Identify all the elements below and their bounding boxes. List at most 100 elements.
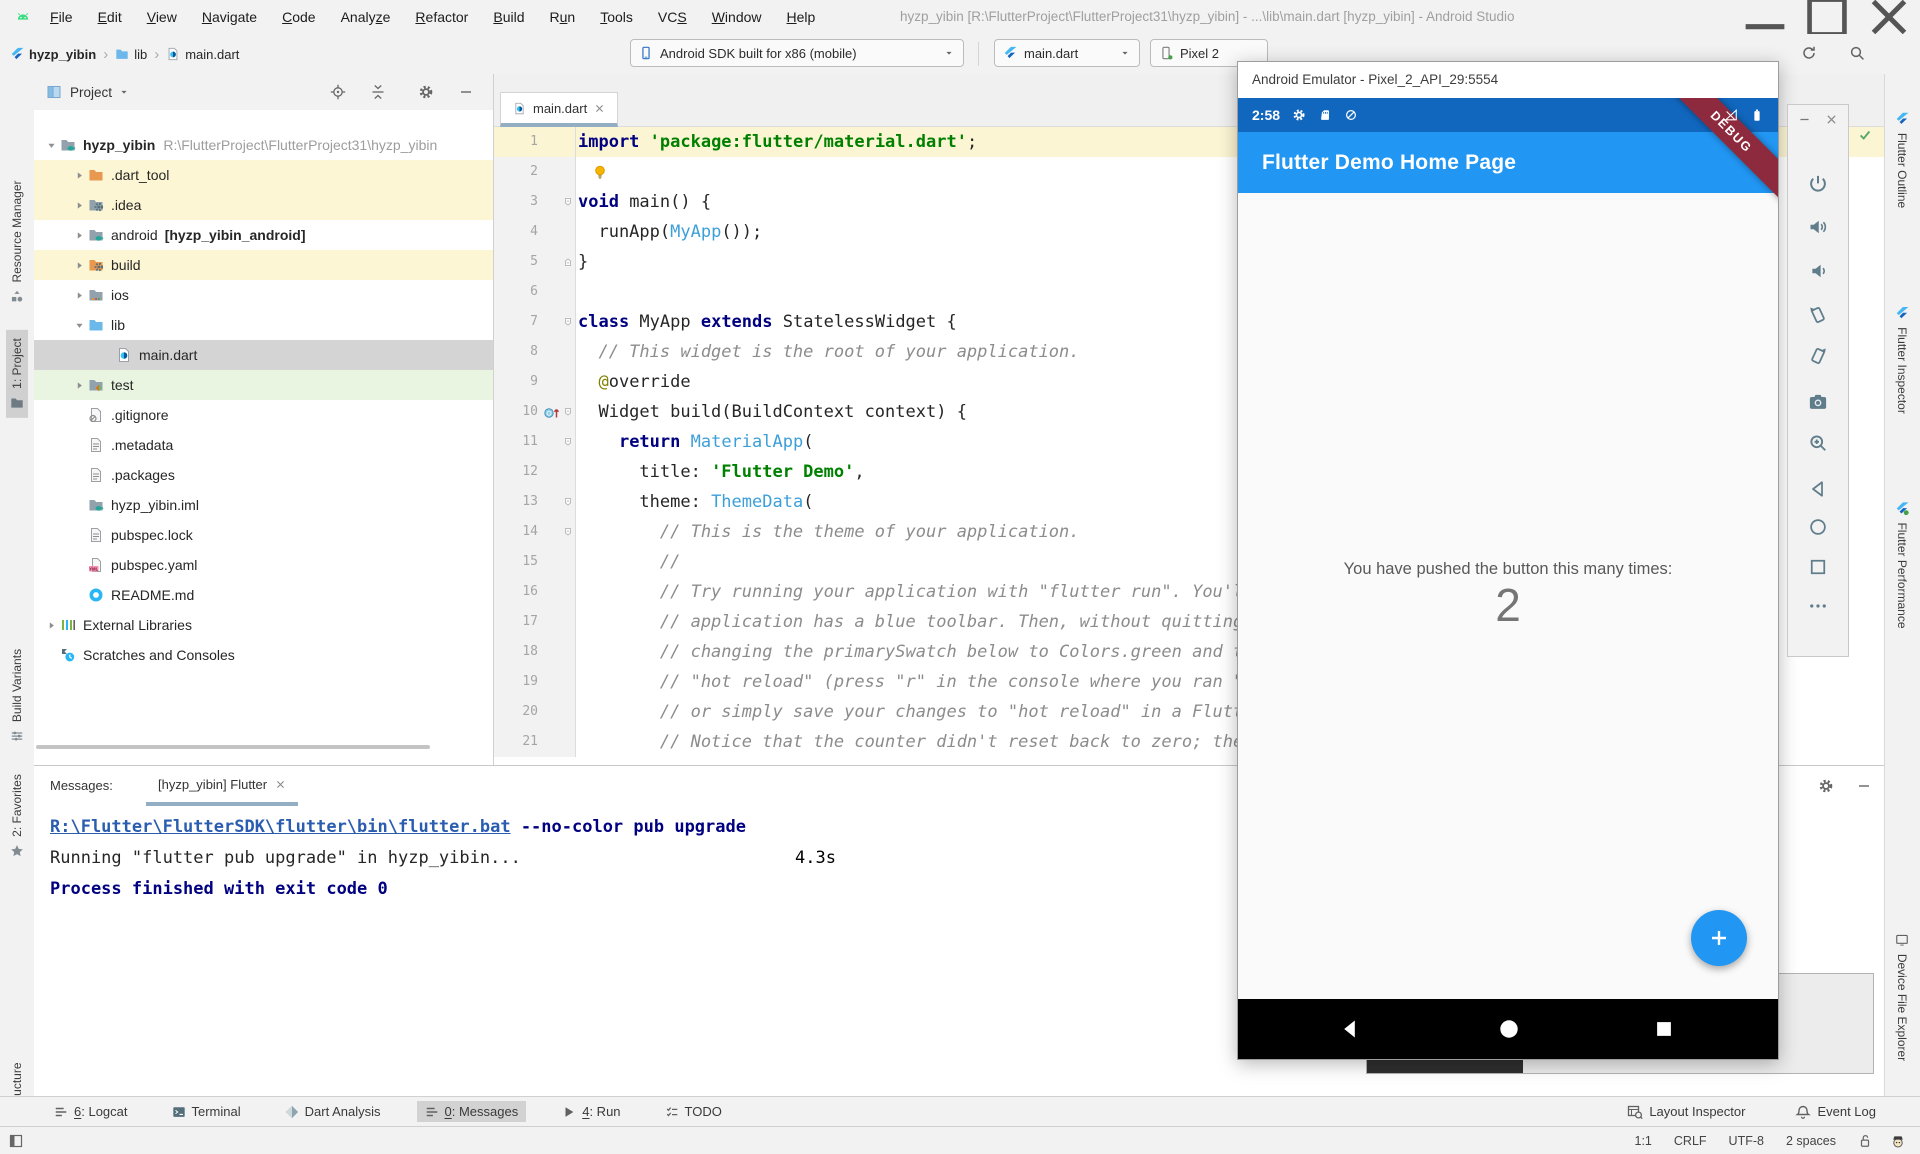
tab-flutter-messages[interactable]: [hyzp_yibin] Flutter <box>146 766 298 806</box>
emulator-screen[interactable]: 2:58 Flutter Demo Home Page DEBUG You ha… <box>1238 98 1778 1059</box>
gear-icon[interactable] <box>1818 778 1834 794</box>
emulator-title[interactable]: Android Emulator - Pixel_2_API_29:5554 <box>1238 62 1778 97</box>
status-crlf[interactable]: CRLF <box>1674 1134 1707 1148</box>
status-1-1[interactable]: 1:1 <box>1635 1134 1652 1148</box>
menu-edit[interactable]: Edit <box>98 9 122 25</box>
emulator-overview-button[interactable] <box>1808 557 1828 582</box>
right-strip-flutter-outline[interactable]: Flutter Outline <box>1891 104 1913 216</box>
run-configuration-selector[interactable]: main.dart <box>994 39 1140 67</box>
menu-view[interactable]: View <box>147 9 177 25</box>
annotator-icon[interactable] <box>1890 1133 1906 1149</box>
tree-item-pubspec-lock[interactable]: pubspec.lock <box>34 520 493 550</box>
tree-item-test[interactable]: test <box>34 370 493 400</box>
console-link[interactable]: R:\Flutter\FlutterSDK\flutter\bin\flutte… <box>50 817 511 837</box>
menu-file[interactable]: File <box>50 9 73 25</box>
toolwindow-tab-todo[interactable]: TODO <box>657 1101 730 1122</box>
tree-item-idea[interactable]: .idea <box>34 190 493 220</box>
close-tab-icon[interactable] <box>594 103 605 114</box>
left-strip-2-favorites[interactable]: 2: Favorites <box>6 766 28 866</box>
left-strip-build-variants[interactable]: Build Variants <box>6 641 28 751</box>
tree-item-main-dart[interactable]: main.dart <box>34 340 493 370</box>
inspections-ok-icon[interactable] <box>1858 128 1872 142</box>
toolwindow-tab-6-logcat[interactable]: 6: Logcat <box>46 1101 136 1122</box>
minimize-icon[interactable] <box>1734 0 1796 34</box>
tree-item-dart-tool[interactable]: .dart_tool <box>34 160 493 190</box>
search-icon[interactable] <box>1848 45 1866 61</box>
right-strip-device-file-explorer[interactable]: Device File Explorer <box>1891 925 1913 1069</box>
emulator-rotate-left-button[interactable] <box>1808 305 1828 330</box>
toolwindow-tab-0-messages[interactable]: 0: Messages <box>417 1101 527 1122</box>
tree-item-external-libraries[interactable]: External Libraries <box>34 610 493 640</box>
menu-navigate[interactable]: Navigate <box>202 9 257 25</box>
emulator-volume-up-button[interactable] <box>1808 217 1828 242</box>
menu-analyze[interactable]: Analyze <box>341 9 391 25</box>
toolwindow-tab-4-run[interactable]: 4: Run <box>554 1101 628 1122</box>
toolwindow-tab-dart-analysis[interactable]: Dart Analysis <box>277 1101 389 1122</box>
nav-overview-button[interactable] <box>1654 1019 1674 1039</box>
gear-icon[interactable] <box>418 84 434 100</box>
flutter-perf-icon <box>1895 501 1909 515</box>
tree-item-readme-md[interactable]: README.md <box>34 580 493 610</box>
tree-item-lib[interactable]: lib <box>34 310 493 340</box>
tree-item-ios[interactable]: ios <box>34 280 493 310</box>
menu-tools[interactable]: Tools <box>600 9 633 25</box>
emulator-zoom-in-button[interactable] <box>1808 433 1828 458</box>
chevron-down-icon[interactable] <box>118 86 130 98</box>
collapse-all-icon[interactable] <box>370 84 386 100</box>
project-panel-title[interactable]: Project <box>70 85 112 100</box>
left-strip-1-project[interactable]: 1: Project <box>6 330 28 418</box>
menu-refactor[interactable]: Refactor <box>415 9 468 25</box>
left-strip-resource-manager[interactable]: Resource Manager <box>6 172 28 311</box>
lock-open-icon[interactable] <box>1858 1133 1872 1149</box>
horizontal-scrollbar[interactable] <box>36 745 430 749</box>
emulator-back-button[interactable] <box>1808 479 1828 504</box>
right-strip-flutter-performance[interactable]: Flutter Performance <box>1891 493 1913 636</box>
toolwindow-tab-terminal[interactable]: Terminal <box>164 1101 249 1122</box>
emulator-home-button[interactable] <box>1808 517 1828 542</box>
nav-home-button[interactable] <box>1497 1017 1521 1041</box>
tree-item-hyzp-yibin[interactable]: hyzp_yibinR:\FlutterProject\FlutterProje… <box>34 130 493 160</box>
tree-item-android[interactable]: android[hyzp_yibin_android] <box>34 220 493 250</box>
tree-item-hyzp-yibin-iml[interactable]: hyzp_yibin.iml <box>34 490 493 520</box>
emulator-power-button[interactable] <box>1808 174 1828 199</box>
emulator-more-button[interactable] <box>1808 596 1828 621</box>
tree-item-build[interactable]: build <box>34 250 493 280</box>
tree-item-pubspec-yaml[interactable]: YMLpubspec.yaml <box>34 550 493 580</box>
close-icon[interactable] <box>1858 0 1920 34</box>
toolwindow-tab-event-log[interactable]: Event Log <box>1787 1101 1884 1123</box>
close-tab-icon[interactable] <box>275 779 286 790</box>
menu-build[interactable]: Build <box>493 9 524 25</box>
menu-code[interactable]: Code <box>282 9 315 25</box>
breadcrumb-hyzp-yibin[interactable]: hyzp_yibin <box>10 47 96 62</box>
close-icon[interactable] <box>1825 113 1838 126</box>
toolwindow-toggle-icon[interactable] <box>8 1133 24 1149</box>
status-utf-8[interactable]: UTF-8 <box>1729 1134 1764 1148</box>
menu-help[interactable]: Help <box>787 9 816 25</box>
breadcrumb-separator: › <box>103 46 108 63</box>
locate-file-icon[interactable] <box>330 84 346 100</box>
hide-panel-icon[interactable] <box>458 84 474 100</box>
sync-icon[interactable] <box>1800 45 1818 61</box>
right-strip-flutter-inspector[interactable]: Flutter Inspector <box>1891 298 1913 422</box>
tree-item-metadata[interactable]: .metadata <box>34 430 493 460</box>
tree-item-gitignore[interactable]: .gitignore <box>34 400 493 430</box>
status-2-spaces[interactable]: 2 spaces <box>1786 1134 1836 1148</box>
hide-panel-icon[interactable] <box>1856 778 1872 794</box>
emulator-volume-down-button[interactable] <box>1808 261 1828 286</box>
increment-fab[interactable] <box>1691 910 1747 966</box>
maximize-icon[interactable] <box>1796 0 1858 34</box>
menu-window[interactable]: Window <box>712 9 762 25</box>
tree-item-packages[interactable]: .packages <box>34 460 493 490</box>
tree-item-scratches-and-consoles[interactable]: Scratches and Consoles <box>34 640 493 670</box>
device-selector[interactable]: Android SDK built for x86 (mobile) <box>630 39 964 67</box>
breadcrumb-main-dart[interactable]: main.dart <box>166 47 239 62</box>
menu-vcs[interactable]: VCS <box>658 9 687 25</box>
breadcrumb-lib[interactable]: lib <box>115 47 147 62</box>
nav-back-button[interactable] <box>1339 1018 1361 1040</box>
minimize-icon[interactable] <box>1798 113 1811 126</box>
menu-run[interactable]: Run <box>550 9 576 25</box>
emulator-screenshot-button[interactable] <box>1808 392 1828 417</box>
emulator-rotate-right-button[interactable] <box>1808 346 1828 371</box>
tab-main-dart[interactable]: main.dart <box>500 92 618 127</box>
toolwindow-tab-layout-inspector[interactable]: Layout Inspector <box>1619 1101 1753 1123</box>
